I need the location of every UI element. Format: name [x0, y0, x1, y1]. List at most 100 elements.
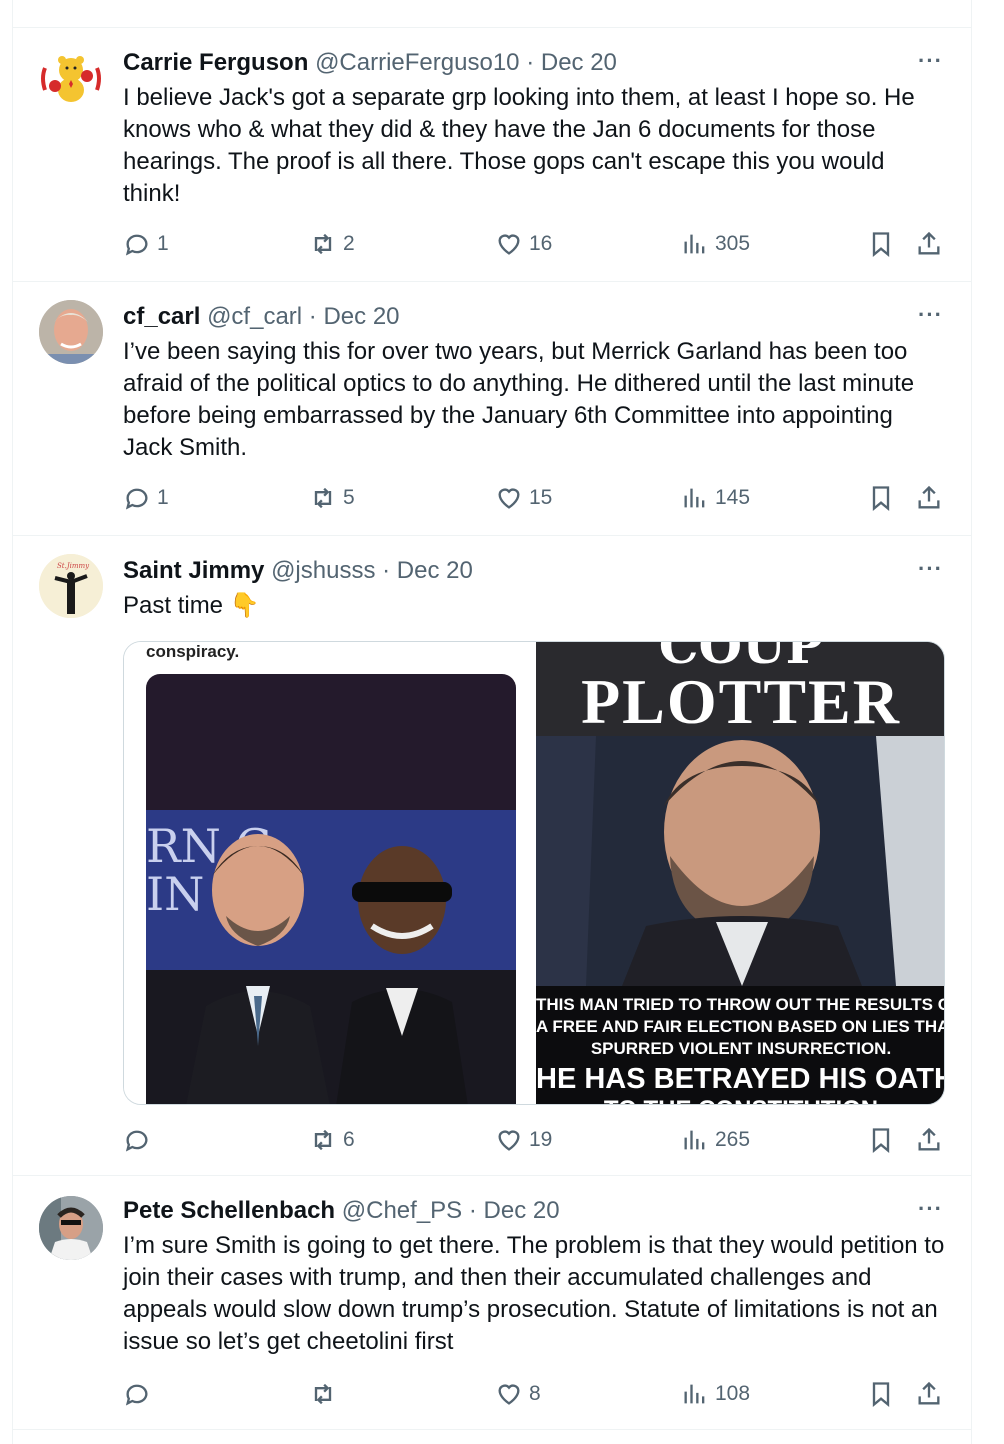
bookmark-button[interactable]: [867, 1378, 895, 1410]
poster-caption: THIS MAN TRIED TO THROW OUT THE RESULTS …: [536, 986, 945, 1104]
like-icon: [498, 234, 520, 255]
views-count: 265: [715, 1128, 751, 1151]
tweet[interactable]: St.Jimmy Saint Jimmy @jshusss · Dec 20 ·…: [13, 536, 971, 1176]
reply-icon: [125, 1384, 148, 1406]
media-image-left[interactable]: conspiracy. RN G IN SA: [124, 642, 534, 1104]
action-bar: 6 19 265: [123, 1124, 941, 1156]
repost-button[interactable]: 6: [309, 1124, 355, 1156]
tweet-media[interactable]: conspiracy. RN G IN SA: [123, 641, 945, 1105]
more-icon[interactable]: ···: [918, 1196, 943, 1222]
display-name[interactable]: cf_carl: [123, 303, 200, 330]
poster-line: THIS MAN TRIED TO THROW OUT THE RESULTS …: [536, 995, 945, 1014]
bookmark-icon: [872, 486, 890, 511]
timestamp[interactable]: Dec 20: [323, 303, 399, 330]
like-count: 19: [529, 1128, 553, 1151]
like-icon: [498, 488, 520, 509]
share-icon: [918, 231, 940, 255]
like-button[interactable]: 19: [495, 1124, 552, 1156]
reply-button[interactable]: 1: [123, 228, 169, 260]
like-button[interactable]: 16: [495, 228, 552, 260]
share-icon: [918, 1381, 940, 1405]
like-button[interactable]: 8: [495, 1378, 541, 1410]
poster-title: PLOTTER: [581, 666, 901, 737]
tweet-text: Past time 👇: [123, 592, 260, 619]
repost-count: 6: [343, 1128, 355, 1151]
timestamp[interactable]: Dec 20: [541, 49, 617, 76]
handle[interactable]: @cf_carl: [207, 303, 302, 330]
tweet[interactable]: Carrie Ferguson @CarrieFerguso10 · Dec 2…: [13, 28, 971, 282]
reply-icon: [125, 1130, 148, 1152]
tweet-header: Carrie Ferguson @CarrieFerguso10 · Dec 2…: [123, 48, 941, 78]
views-button[interactable]: 145: [681, 482, 750, 514]
like-button[interactable]: 15: [495, 482, 552, 514]
separator: ·: [308, 303, 317, 330]
share-button[interactable]: [915, 482, 943, 514]
avatar[interactable]: St.Jimmy: [39, 554, 103, 618]
action-bar: 8 108: [123, 1378, 941, 1410]
bookmark-icon: [872, 1382, 890, 1407]
repost-button[interactable]: 5: [309, 482, 355, 514]
like-icon: [498, 1130, 520, 1151]
photo-people: [186, 834, 468, 1104]
handle[interactable]: @Chef_PS: [342, 1197, 462, 1224]
svg-text:St.Jimmy: St.Jimmy: [57, 562, 90, 570]
bookmark-icon: [872, 1128, 890, 1153]
handle[interactable]: @CarrieFerguso10: [315, 49, 519, 76]
repost-count: 5: [343, 486, 355, 509]
tweet-header: Saint Jimmy @jshusss · Dec 20: [123, 556, 941, 586]
reply-count: 1: [157, 232, 169, 255]
bookmark-button[interactable]: [867, 482, 895, 514]
views-button[interactable]: 305: [681, 228, 750, 260]
views-count: 305: [715, 232, 751, 255]
tweet[interactable]: cf_carl @cf_carl · Dec 20 ··· I’ve been …: [13, 282, 971, 536]
poster-line: SPURRED VIOLENT INSURRECTION.: [590, 1039, 892, 1058]
reply-button[interactable]: [123, 1378, 157, 1410]
views-button[interactable]: 265: [681, 1124, 750, 1156]
repost-icon: [314, 487, 332, 509]
tweet[interactable]: Pete Schellenbach @Chef_PS · Dec 20 ··· …: [13, 1176, 971, 1430]
timestamp[interactable]: Dec 20: [484, 1197, 560, 1224]
more-icon[interactable]: ···: [918, 302, 943, 328]
action-bar: 1 2 16 305: [123, 228, 941, 260]
reply-button[interactable]: 1: [123, 482, 169, 514]
views-button[interactable]: 108: [681, 1378, 750, 1410]
display-name[interactable]: Saint Jimmy: [123, 557, 264, 584]
views-count: 145: [715, 486, 751, 509]
timeline: Carrie Ferguson @CarrieFerguso10 · Dec 2…: [12, 0, 972, 1444]
media-caption: conspiracy.: [146, 642, 240, 661]
views-count: 108: [715, 1382, 751, 1405]
repost-button[interactable]: 2: [309, 228, 355, 260]
tweet-text: I’m sure Smith is going to get there. Th…: [123, 1232, 945, 1355]
like-count: 8: [529, 1382, 541, 1405]
bookmark-button[interactable]: [867, 1124, 895, 1156]
share-button[interactable]: [915, 228, 943, 260]
reply-icon: [125, 234, 148, 256]
poster-line-cut: TO THE CONSTITUTION: [536, 1096, 944, 1104]
handle[interactable]: @jshusss: [271, 557, 375, 584]
more-icon[interactable]: ···: [918, 48, 943, 74]
avatar[interactable]: [39, 300, 103, 364]
share-button[interactable]: [915, 1124, 943, 1156]
photo-frame: RN G IN SA: [146, 674, 516, 1104]
avatar[interactable]: [39, 1196, 103, 1260]
more-icon[interactable]: ···: [918, 556, 943, 582]
media-image-right[interactable]: COUP PLOTTER THIS MAN TRIED TO THROW OUT…: [536, 642, 945, 1104]
separator: ·: [382, 557, 391, 584]
separator: ·: [526, 49, 535, 76]
display-name[interactable]: Pete Schellenbach: [123, 1197, 335, 1224]
repost-count: 2: [343, 232, 355, 255]
display-name[interactable]: Carrie Ferguson: [123, 49, 308, 76]
timestamp[interactable]: Dec 20: [397, 557, 473, 584]
reply-button[interactable]: [123, 1124, 157, 1156]
views-icon: [684, 1130, 705, 1150]
repost-button[interactable]: [309, 1378, 343, 1410]
like-count: 15: [529, 486, 553, 509]
avatar[interactable]: [39, 46, 103, 110]
share-button[interactable]: [915, 1378, 943, 1410]
bookmark-button[interactable]: [867, 228, 895, 260]
views-icon: [684, 234, 705, 254]
tweet-header: Pete Schellenbach @Chef_PS · Dec 20: [123, 1196, 941, 1226]
like-count: 16: [529, 232, 553, 255]
poster-line: A FREE AND FAIR ELECTION BASED ON LIES T…: [536, 1017, 945, 1036]
action-bar: 1 5 15 145: [123, 482, 941, 514]
